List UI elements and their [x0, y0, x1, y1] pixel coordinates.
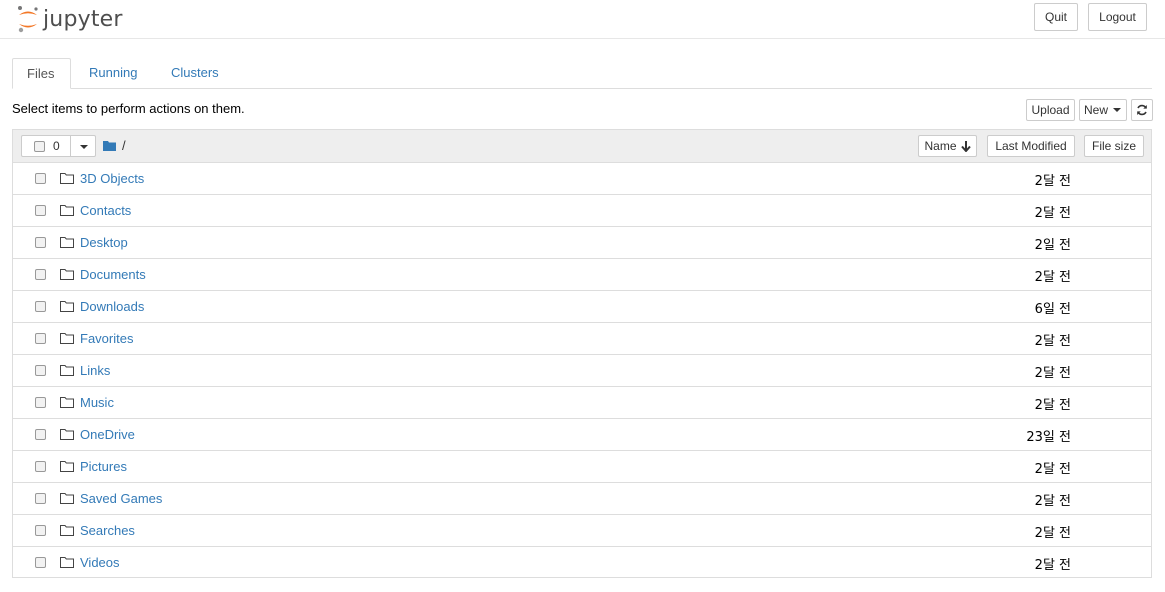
- folder-icon: [60, 525, 74, 536]
- file-list: 0 / Name Last Modified File size 3D Obje…: [12, 129, 1152, 578]
- item-last-modified: 2달 전: [1034, 334, 1071, 349]
- item-name-link[interactable]: 3D Objects: [80, 171, 144, 186]
- item-last-modified: 2일 전: [1034, 238, 1071, 253]
- item-name-link[interactable]: Videos: [80, 555, 120, 570]
- folder-icon: [60, 269, 74, 280]
- sort-file-size-button[interactable]: File size: [1084, 135, 1144, 157]
- list-item[interactable]: Contacts 2달 전: [13, 195, 1151, 227]
- item-name-link[interactable]: Music: [80, 395, 114, 410]
- item-last-modified: 2달 전: [1034, 558, 1071, 573]
- sort-last-modified-button[interactable]: Last Modified: [987, 135, 1075, 157]
- helper-text: Select items to perform actions on them.: [12, 101, 245, 116]
- list-item[interactable]: Documents 2달 전: [13, 259, 1151, 291]
- logo-text: jupyter: [43, 6, 123, 32]
- tab-running[interactable]: Running: [75, 58, 151, 88]
- list-item[interactable]: Downloads 6일 전: [13, 291, 1151, 323]
- item-name-link[interactable]: Saved Games: [80, 491, 162, 506]
- jupyter-logo-icon: [18, 6, 38, 33]
- logout-button[interactable]: Logout: [1088, 3, 1147, 31]
- item-last-modified: 2달 전: [1034, 366, 1071, 381]
- item-last-modified: 23일 전: [1026, 430, 1071, 445]
- top-header: jupyter Quit Logout: [0, 0, 1165, 39]
- list-item[interactable]: Saved Games 2달 전: [13, 483, 1151, 515]
- folder-icon: [60, 461, 74, 472]
- item-checkbox[interactable]: [35, 429, 46, 440]
- select-all-group[interactable]: 0: [21, 135, 96, 157]
- folder-icon: [60, 397, 74, 408]
- file-list-header: 0 / Name Last Modified File size: [13, 130, 1151, 163]
- tab-bar: Files Running Clusters: [12, 58, 1152, 89]
- item-last-modified: 6일 전: [1034, 302, 1071, 317]
- sort-name-label: Name: [924, 139, 957, 153]
- folder-icon: [60, 333, 74, 344]
- tab-files[interactable]: Files: [12, 58, 71, 89]
- select-all-checkbox[interactable]: [34, 141, 45, 152]
- item-checkbox[interactable]: [35, 301, 46, 312]
- item-checkbox[interactable]: [35, 333, 46, 344]
- item-name-link[interactable]: OneDrive: [80, 427, 135, 442]
- selected-count: 0: [53, 139, 60, 153]
- refresh-icon: [1137, 104, 1147, 116]
- divider: [70, 136, 71, 156]
- folder-icon: [60, 301, 74, 312]
- item-checkbox[interactable]: [35, 525, 46, 536]
- item-checkbox[interactable]: [35, 493, 46, 504]
- list-item[interactable]: Pictures 2달 전: [13, 451, 1151, 483]
- caret-down-icon: [1113, 108, 1121, 112]
- list-item[interactable]: OneDrive 23일 전: [13, 419, 1151, 451]
- quit-button[interactable]: Quit: [1034, 3, 1078, 31]
- refresh-button[interactable]: [1131, 99, 1153, 121]
- item-name-link[interactable]: Pictures: [80, 459, 127, 474]
- list-item[interactable]: Searches 2달 전: [13, 515, 1151, 547]
- item-last-modified: 2달 전: [1034, 174, 1071, 189]
- folder-icon: [60, 173, 74, 184]
- item-name-link[interactable]: Favorites: [80, 331, 133, 346]
- item-name-link[interactable]: Downloads: [80, 299, 144, 314]
- jupyter-logo[interactable]: jupyter: [16, 4, 123, 34]
- item-checkbox[interactable]: [35, 205, 46, 216]
- folder-icon: [60, 237, 74, 248]
- arrow-down-icon: [960, 140, 971, 152]
- folder-icon: [60, 429, 74, 440]
- folder-icon: [60, 493, 74, 504]
- folder-icon: [60, 557, 74, 568]
- item-checkbox[interactable]: [35, 173, 46, 184]
- new-label: New: [1083, 103, 1108, 117]
- breadcrumb-root[interactable]: /: [122, 138, 126, 153]
- item-last-modified: 2달 전: [1034, 398, 1071, 413]
- item-last-modified: 2달 전: [1034, 270, 1071, 285]
- item-checkbox[interactable]: [35, 269, 46, 280]
- list-item[interactable]: Desktop 2일 전: [13, 227, 1151, 259]
- new-dropdown-button[interactable]: New: [1079, 99, 1127, 121]
- item-last-modified: 2달 전: [1034, 206, 1071, 221]
- list-item[interactable]: Videos 2달 전: [13, 547, 1151, 579]
- breadcrumb[interactable]: /: [103, 138, 126, 153]
- item-name-link[interactable]: Desktop: [80, 235, 128, 250]
- item-checkbox[interactable]: [35, 365, 46, 376]
- list-item[interactable]: Music 2달 전: [13, 387, 1151, 419]
- item-name-link[interactable]: Links: [80, 363, 110, 378]
- item-checkbox[interactable]: [35, 461, 46, 472]
- upload-button[interactable]: Upload: [1026, 99, 1075, 121]
- item-name-link[interactable]: Documents: [80, 267, 146, 282]
- caret-down-icon[interactable]: [79, 144, 89, 150]
- list-item[interactable]: Favorites 2달 전: [13, 323, 1151, 355]
- item-last-modified: 2달 전: [1034, 462, 1071, 477]
- folder-icon: [60, 205, 74, 216]
- sort-name-button[interactable]: Name: [918, 135, 977, 157]
- folder-icon: [60, 365, 74, 376]
- list-item[interactable]: Links 2달 전: [13, 355, 1151, 387]
- item-name-link[interactable]: Contacts: [80, 203, 131, 218]
- item-checkbox[interactable]: [35, 557, 46, 568]
- item-checkbox[interactable]: [35, 397, 46, 408]
- item-name-link[interactable]: Searches: [80, 523, 135, 538]
- item-last-modified: 2달 전: [1034, 494, 1071, 509]
- item-checkbox[interactable]: [35, 237, 46, 248]
- list-item[interactable]: 3D Objects 2달 전: [13, 163, 1151, 195]
- item-last-modified: 2달 전: [1034, 526, 1071, 541]
- folder-open-icon: [103, 141, 116, 151]
- tab-clusters[interactable]: Clusters: [157, 58, 233, 88]
